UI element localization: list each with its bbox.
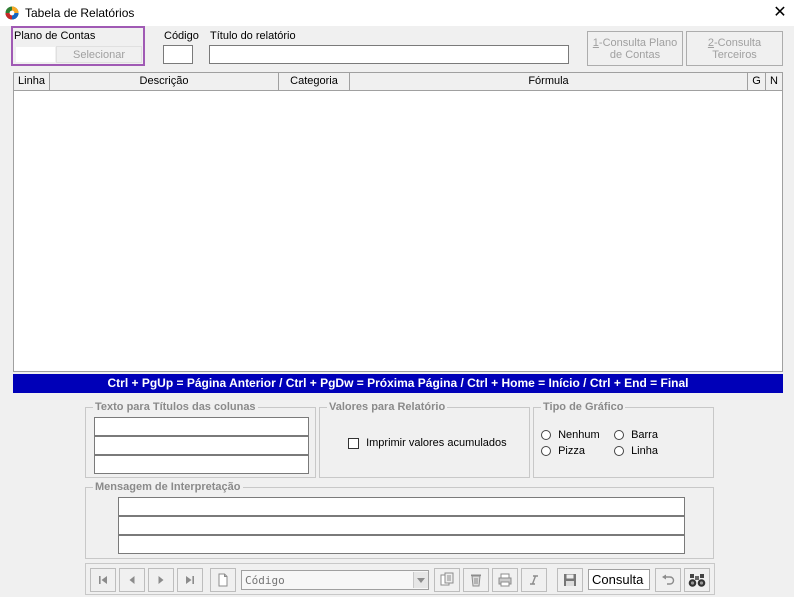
shortcut-hint-bar: Ctrl + PgUp = Página Anterior / Ctrl + P… [13, 374, 783, 393]
tipo-grafico-title: Tipo de Gráfico [541, 401, 626, 413]
first-record-button[interactable] [90, 568, 116, 592]
title-bar: Tabela de Relatórios ✕ [0, 0, 794, 26]
radio-linha[interactable]: Linha [614, 445, 658, 457]
new-record-button[interactable] [210, 568, 236, 592]
consulta-plano-line1: 1-Consulta Plano [593, 37, 677, 49]
codigo-input[interactable] [163, 45, 193, 64]
titulo-label: Título do relatório [210, 30, 296, 42]
next-icon [158, 576, 164, 584]
previous-record-button[interactable] [119, 568, 145, 592]
column-header-n[interactable]: N [766, 73, 782, 91]
consulta-plano-text2: de Contas [609, 48, 661, 61]
close-button[interactable]: ✕ [766, 0, 794, 26]
mensagem-input-2[interactable] [118, 516, 685, 535]
radio-pizza[interactable]: Pizza [541, 445, 585, 457]
column-header-formula[interactable]: Fórmula [350, 73, 748, 91]
window-title: Tabela de Relatórios [25, 6, 135, 20]
radio-pizza-circle[interactable] [541, 446, 551, 457]
column-header-g[interactable]: G [748, 73, 766, 91]
imprimir-checkbox[interactable] [348, 437, 359, 449]
plano-label: Plano de Contas [14, 30, 96, 42]
plano-input[interactable] [15, 46, 56, 63]
radio-barra[interactable]: Barra [614, 429, 658, 441]
next-record-button[interactable] [148, 568, 174, 592]
selecionar-button[interactable]: Selecionar [56, 46, 142, 63]
radio-nenhum[interactable]: Nenhum [541, 429, 600, 441]
mensagem-group: Mensagem de Interpretação [85, 481, 714, 559]
column-header-categoria[interactable]: Categoria [279, 73, 350, 91]
codigo-label: Código [164, 30, 199, 42]
undo-button[interactable] [655, 568, 681, 592]
binoculars-icon [688, 574, 706, 587]
consulta-terceiros-line1: 2-Consulta [708, 37, 761, 49]
app-icon [5, 6, 19, 20]
new-document-icon [218, 573, 228, 587]
radio-pizza-label: Pizza [558, 445, 585, 458]
tipo-grafico-group: Tipo de Gráfico Nenhum Barra Pizza Linha [533, 401, 714, 478]
consulta-plano-text1: -Consulta Plano [598, 36, 678, 49]
save-icon [564, 574, 576, 586]
imprimir-label: Imprimir valores acumulados [366, 437, 507, 450]
undo-icon [662, 574, 675, 585]
dropdown-icon [417, 577, 425, 583]
delete-button[interactable] [463, 568, 489, 592]
last-icon [186, 576, 194, 584]
prev-icon [129, 576, 135, 584]
search-input[interactable] [244, 572, 412, 588]
italic-icon [530, 575, 538, 585]
mode-display: Consulta [588, 569, 650, 590]
mensagem-input-1[interactable] [118, 497, 685, 516]
navigation-toolbar: Consulta [85, 563, 715, 595]
column-title-input-2[interactable] [94, 436, 309, 455]
texto-titulos-title: Texto para Títulos das colunas [93, 401, 258, 413]
search-combo[interactable] [241, 570, 429, 590]
mensagem-input-3[interactable] [118, 535, 685, 554]
column-title-input-1[interactable] [94, 417, 309, 436]
grid-header: Linha Descrição Categoria Fórmula G N [14, 73, 782, 91]
last-record-button[interactable] [177, 568, 203, 592]
radio-linha-label: Linha [631, 445, 658, 458]
radio-barra-label: Barra [631, 429, 658, 442]
print-button[interactable] [492, 568, 518, 592]
radio-nenhum-label: Nenhum [558, 429, 600, 442]
radio-linha-circle[interactable] [614, 446, 624, 457]
save-button[interactable] [557, 568, 583, 592]
consulta-plano-button[interactable]: 1-Consulta Plano de Contas [587, 31, 683, 66]
consulta-terceiros-button[interactable]: 2-Consulta Terceiros [686, 31, 783, 66]
radio-barra-circle[interactable] [614, 430, 624, 441]
valores-title: Valores para Relatório [327, 401, 448, 413]
italic-button[interactable] [521, 568, 547, 592]
column-header-descricao[interactable]: Descrição [50, 73, 279, 91]
column-title-input-3[interactable] [94, 455, 309, 474]
copy-icon [440, 572, 454, 586]
texto-titulos-group: Texto para Títulos das colunas [85, 401, 316, 478]
column-header-linha[interactable]: Linha [14, 73, 50, 91]
titulo-input[interactable] [209, 45, 569, 64]
consulta-terceiros-text2: Terceiros [712, 48, 757, 61]
dropdown-button[interactable] [413, 572, 428, 588]
copy-button[interactable] [434, 568, 460, 592]
mensagem-title: Mensagem de Interpretação [93, 481, 243, 493]
radio-nenhum-circle[interactable] [541, 430, 551, 441]
imprimir-checkbox-row[interactable]: Imprimir valores acumulados [348, 437, 507, 449]
search-button[interactable] [684, 568, 710, 592]
print-icon [498, 573, 512, 587]
consulta-terceiros-text1: -Consulta [714, 36, 762, 49]
delete-icon [471, 574, 481, 587]
valores-group: Valores para Relatório Imprimir valores … [319, 401, 530, 478]
report-grid[interactable]: Linha Descrição Categoria Fórmula G N [13, 72, 783, 372]
first-icon [99, 576, 107, 584]
